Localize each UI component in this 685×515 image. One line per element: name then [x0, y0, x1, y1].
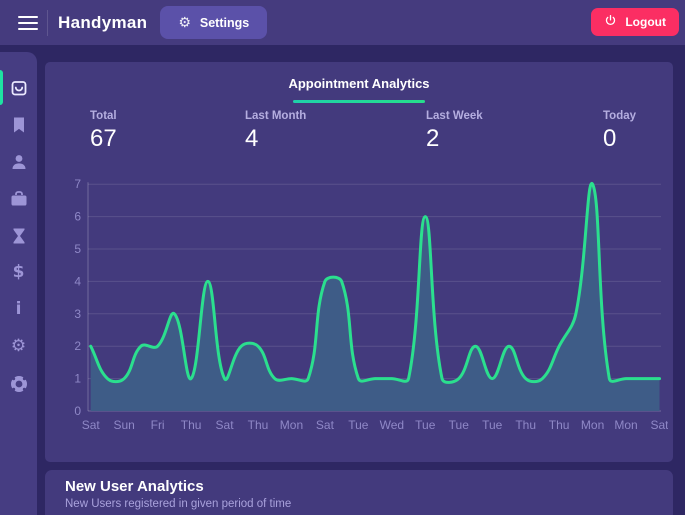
svg-text:Sat: Sat: [651, 418, 668, 432]
svg-text:Sun: Sun: [113, 418, 134, 432]
top-navbar: Handyman ⚙ Settings Logout: [0, 0, 685, 45]
svg-text:6: 6: [74, 210, 81, 224]
new-user-subtitle: New Users registered in given period of …: [65, 498, 292, 510]
info-icon: i: [15, 299, 22, 319]
svg-text:Mon: Mon: [614, 418, 637, 432]
svg-text:Tue: Tue: [348, 418, 369, 432]
svg-text:4: 4: [74, 274, 81, 288]
svg-text:Wed: Wed: [380, 418, 404, 432]
svg-text:Thu: Thu: [181, 418, 202, 432]
sidebar-item-users[interactable]: [0, 143, 37, 180]
gear-icon: ⚙: [178, 14, 191, 31]
svg-text:Sat: Sat: [316, 418, 335, 432]
svg-text:Mon: Mon: [581, 418, 604, 432]
hamburger-menu-icon[interactable]: [18, 15, 38, 30]
svg-text:3: 3: [74, 307, 81, 321]
appointment-chart-svg[interactable]: 0 1 2 3 4 5 6 7 Sat Sun Fri Thu Sat Thu Mon Sat Tue Wed Tu…: [45, 62, 668, 462]
new-user-analytics-card: New User Analytics New Users registered …: [45, 470, 673, 515]
svg-text:Tue: Tue: [482, 418, 503, 432]
svg-text:1: 1: [74, 372, 81, 386]
svg-text:Sat: Sat: [216, 418, 235, 432]
sidebar-item-pending[interactable]: [0, 217, 37, 254]
logout-button[interactable]: Logout: [591, 8, 679, 36]
bookmark-icon: [9, 115, 29, 135]
svg-text:Fri: Fri: [151, 418, 165, 432]
sidebar-item-bookmarks[interactable]: [0, 106, 37, 143]
briefcase-icon: [9, 189, 29, 209]
sidebar-item-services[interactable]: [0, 180, 37, 217]
hourglass-icon: [9, 226, 29, 246]
settings-button[interactable]: ⚙ Settings: [160, 6, 268, 39]
svg-text:Mon: Mon: [280, 418, 303, 432]
svg-text:0: 0: [74, 404, 81, 418]
life-ring-icon: [9, 374, 29, 394]
chart-area-fill: [90, 183, 660, 411]
svg-text:Thu: Thu: [549, 418, 570, 432]
new-user-title: New User Analytics: [65, 478, 204, 495]
svg-text:Thu: Thu: [515, 418, 536, 432]
sidebar-item-support[interactable]: [0, 365, 37, 402]
user-icon: [9, 152, 29, 172]
settings-button-label: Settings: [199, 15, 250, 30]
sidebar-item-settings[interactable]: ⚙: [0, 328, 37, 365]
svg-text:2: 2: [74, 339, 81, 353]
power-icon: [604, 14, 617, 30]
svg-text:Sat: Sat: [82, 418, 101, 432]
navbar-divider: [47, 9, 48, 36]
sidebar-item-payments[interactable]: $: [0, 254, 37, 291]
svg-text:7: 7: [74, 177, 81, 191]
app-brand: Handyman: [58, 12, 148, 32]
svg-text:Tue: Tue: [449, 418, 470, 432]
appointment-analytics-card: Appointment Analytics Total 67 Last Mont…: [45, 62, 673, 462]
sidebar-item-appointments[interactable]: [0, 69, 37, 106]
svg-text:Thu: Thu: [248, 418, 269, 432]
gear-icon: ⚙: [10, 336, 27, 356]
logout-button-label: Logout: [625, 15, 666, 29]
shopping-bag-icon: [9, 78, 29, 98]
svg-text:5: 5: [74, 242, 81, 256]
sidebar: $ i ⚙: [0, 52, 37, 515]
sidebar-item-info[interactable]: i: [0, 291, 37, 328]
svg-text:Tue: Tue: [415, 418, 436, 432]
dollar-icon: $: [12, 262, 25, 282]
